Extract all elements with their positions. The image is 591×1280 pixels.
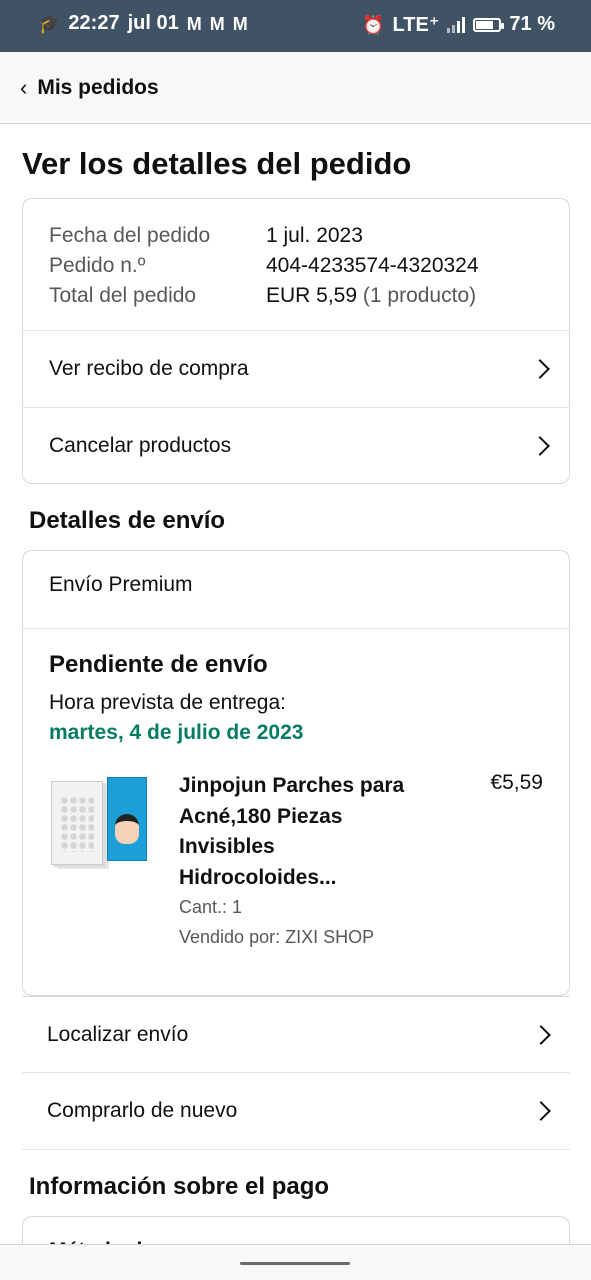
gmail-icon: M [209,13,225,34]
battery-icon [473,17,505,32]
order-date-label: Fecha del pedido [49,224,211,247]
status-date: jul 01 [127,12,179,34]
product-seller: Vendido por: ZIXI SHOP [179,927,375,947]
shipment-status: Pendiente de envío [49,651,268,678]
chevron-left-icon: ‹ [20,74,28,100]
order-number-row: Pedido n.º 404-4233574-4320324 [49,251,479,281]
chevron-right-icon [530,359,550,379]
order-date-row: Fecha del pedido 1 jul. 2023 [49,221,479,251]
alarm-icon: ⏰ [362,14,385,35]
signal-icon [447,16,466,33]
gmail-icon: M [232,13,248,34]
home-indicator[interactable] [240,1262,350,1265]
order-date-value: 1 jul. 2023 [266,224,363,247]
order-total-value-wrap: EUR 5,59 (1 producto) [266,281,476,311]
status-bar: 🎓 22:27 jul 01 M M M ⏰ LTE⁺ 71 % [0,0,591,52]
order-summary-card: Fecha del pedido 1 jul. 2023 Pedido n.º … [22,198,570,484]
page-title: Ver los detalles del pedido [22,146,412,181]
order-summary: Fecha del pedido 1 jul. 2023 Pedido n.º … [49,221,479,311]
product-box-graphic [107,777,147,861]
chevron-right-icon [531,1101,551,1121]
cancel-items-link[interactable]: Cancelar productos [23,407,569,484]
eta-date: martes, 4 de julio de 2023 [49,721,304,744]
buy-again-label: Comprarlo de nuevo [47,1099,238,1122]
network-type: LTE⁺ [392,14,440,36]
back-nav-label: Mis pedidos [37,75,159,99]
shipment-card: Envío Premium Pendiente de envío Hora pr… [22,550,570,996]
status-bar-right: ⏰ LTE⁺ 71 % [362,12,555,37]
order-total-count: (1 producto) [362,284,477,307]
shipping-section-title: Detalles de envío [29,507,226,534]
product-pouch-graphic [51,781,103,865]
divider [23,628,569,629]
product-quantity: Cant.: 1 [179,897,243,917]
buy-again-link[interactable]: Comprarlo de nuevo [22,1073,570,1150]
product-title[interactable]: Jinpojun Parches para Acné,180 Piezas In… [179,771,429,893]
order-total-label: Total del pedido [49,284,197,307]
track-package-label: Localizar envío [47,1022,189,1046]
gesture-bar [0,1244,591,1280]
view-receipt-label: Ver recibo de compra [49,357,249,380]
order-total-row: Total del pedido EUR 5,59 (1 producto) [49,281,479,311]
order-total-value: EUR 5,59 [266,284,358,307]
track-package-link[interactable]: Localizar envío [22,996,570,1073]
status-bar-left: 🎓 22:27 jul 01 M M M [38,12,248,35]
payment-section-title: Información sobre el pago [29,1173,330,1200]
cancel-items-label: Cancelar productos [49,434,232,457]
chevron-right-icon [530,436,550,456]
chevron-right-icon [531,1024,551,1045]
shipping-method: Envío Premium [49,573,193,596]
product-price: €5,59 [490,771,543,794]
order-number-value: 404-4233574-4320324 [266,254,479,277]
battery-percent: 71 % [509,13,555,35]
gmail-icon: M [186,13,202,34]
back-nav[interactable]: ‹ Mis pedidos [0,52,591,124]
graduation-cap-icon: 🎓 [38,13,61,34]
order-number-label: Pedido n.º [49,254,146,277]
view-receipt-link[interactable]: Ver recibo de compra [23,330,569,407]
eta-label: Hora prevista de entrega: [49,691,286,714]
status-time: 22:27 [68,12,120,34]
product-image[interactable] [51,777,151,867]
